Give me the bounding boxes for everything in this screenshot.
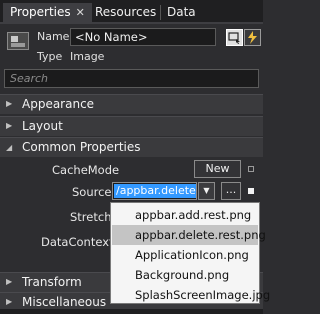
expand-arrow-icon: ▶ xyxy=(6,121,13,130)
panel-tabstrip: Properties ✕ Resources Data xyxy=(0,0,263,22)
tab-properties[interactable]: Properties ✕ xyxy=(3,3,92,22)
category-layout[interactable]: ▶ Layout xyxy=(0,116,263,136)
browse-button[interactable]: ... xyxy=(221,182,241,200)
dropdown-item[interactable]: ApplicationIcon.png xyxy=(112,245,258,265)
name-label: Name xyxy=(37,30,70,43)
category-misc-label: Miscellaneous xyxy=(22,295,107,309)
image-type-icon xyxy=(7,32,29,50)
tab-properties-label: Properties xyxy=(10,5,71,19)
dropdown-item[interactable]: appbar.add.rest.png xyxy=(112,205,258,225)
advanced-options-marker-set[interactable] xyxy=(248,188,254,194)
category-common-properties[interactable]: ◢ Common Properties xyxy=(0,137,263,157)
dropdown-item-selected[interactable]: appbar.delete.rest.png xyxy=(112,225,266,245)
cachemode-label: CacheMode xyxy=(52,163,120,177)
category-layout-label: Layout xyxy=(22,119,63,133)
tab-resources-label: Resources xyxy=(95,5,157,19)
name-input[interactable]: <No Name> xyxy=(70,28,216,46)
object-header: Name <No Name> Type Image xyxy=(0,24,263,66)
search-input[interactable]: Search xyxy=(4,69,259,88)
source-dropdown-button[interactable]: ▼ xyxy=(198,182,215,200)
tab-resources[interactable]: Resources xyxy=(88,3,163,22)
properties-view-icon[interactable] xyxy=(226,29,243,46)
tab-data[interactable]: Data xyxy=(160,3,203,22)
category-transform-label: Transform xyxy=(22,275,82,289)
type-label: Type xyxy=(37,50,63,63)
type-value: Image xyxy=(70,50,105,63)
close-icon[interactable]: ✕ xyxy=(76,6,85,19)
source-value: /appbar.delete.r xyxy=(114,184,196,198)
stretch-label: Stretch xyxy=(70,210,112,224)
collapse-arrow-icon: ◢ xyxy=(6,143,13,152)
dropdown-item[interactable]: SplashScreenImage.jpg xyxy=(112,285,270,305)
advanced-options-marker[interactable] xyxy=(248,166,254,172)
category-appearance-label: Appearance xyxy=(22,97,95,111)
category-common-label: Common Properties xyxy=(22,140,141,154)
new-button[interactable]: New xyxy=(194,160,241,178)
search-placeholder: Search xyxy=(10,72,49,85)
source-dropdown-list: appbar.add.rest.png appbar.delete.rest.p… xyxy=(110,202,270,305)
dropdown-item[interactable]: Background.png xyxy=(112,265,258,285)
datacontext-label: DataContext xyxy=(41,235,114,249)
expand-arrow-icon: ▶ xyxy=(6,277,13,286)
tab-data-label: Data xyxy=(167,5,196,19)
category-appearance[interactable]: ▶ Appearance xyxy=(0,94,263,114)
expand-arrow-icon: ▶ xyxy=(6,297,13,306)
source-input[interactable]: /appbar.delete.r xyxy=(112,182,197,200)
expand-arrow-icon: ▶ xyxy=(6,99,13,108)
events-lightning-icon[interactable] xyxy=(244,29,261,46)
bottom-edge xyxy=(0,309,263,314)
source-label: Source xyxy=(72,185,112,199)
